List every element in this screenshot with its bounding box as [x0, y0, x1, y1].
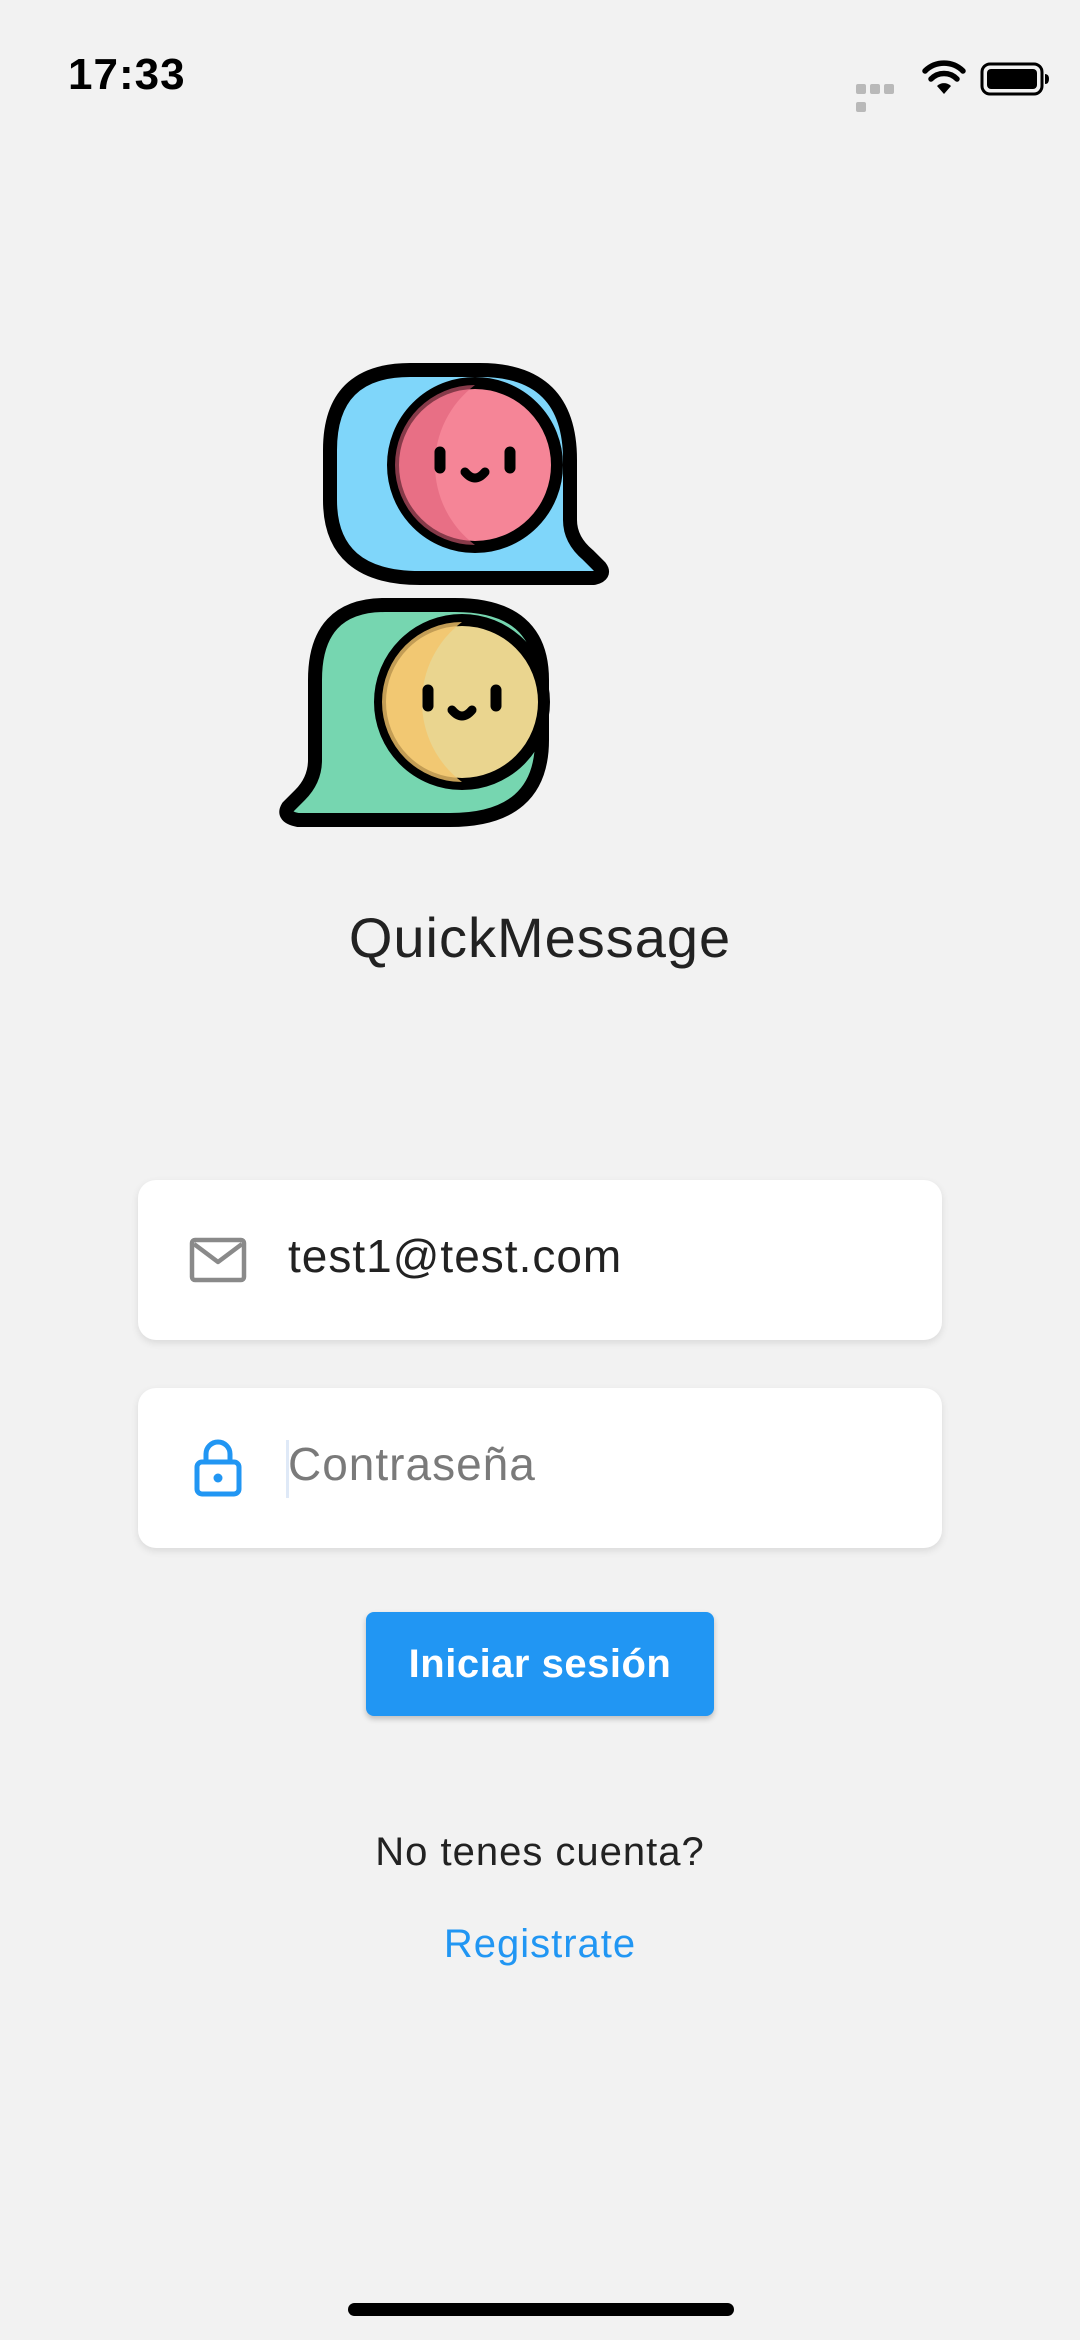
- battery-icon: [980, 62, 1049, 96]
- register-link[interactable]: Registrate: [0, 1922, 1080, 1967]
- mail-icon: [189, 1237, 247, 1283]
- chat-bubbles-logo: [279, 363, 609, 827]
- home-indicator[interactable]: [348, 2303, 734, 2316]
- login-button[interactable]: Iniciar sesión: [366, 1612, 714, 1716]
- email-value: test1@test.com: [288, 1230, 623, 1282]
- status-bar: 17:33: [0, 0, 1080, 150]
- no-account-prompt: No tenes cuenta?: [375, 1830, 705, 1874]
- app-title: QuickMessage: [348, 906, 732, 969]
- password-placeholder: Contraseña: [288, 1438, 536, 1490]
- cellular-signal-icon: [856, 84, 908, 112]
- wifi-icon: [922, 60, 966, 94]
- status-time: 17:33: [68, 50, 186, 99]
- lock-icon: [194, 1439, 242, 1497]
- password-field[interactable]: Contraseña: [138, 1388, 942, 1548]
- email-field[interactable]: test1@test.com: [138, 1180, 942, 1340]
